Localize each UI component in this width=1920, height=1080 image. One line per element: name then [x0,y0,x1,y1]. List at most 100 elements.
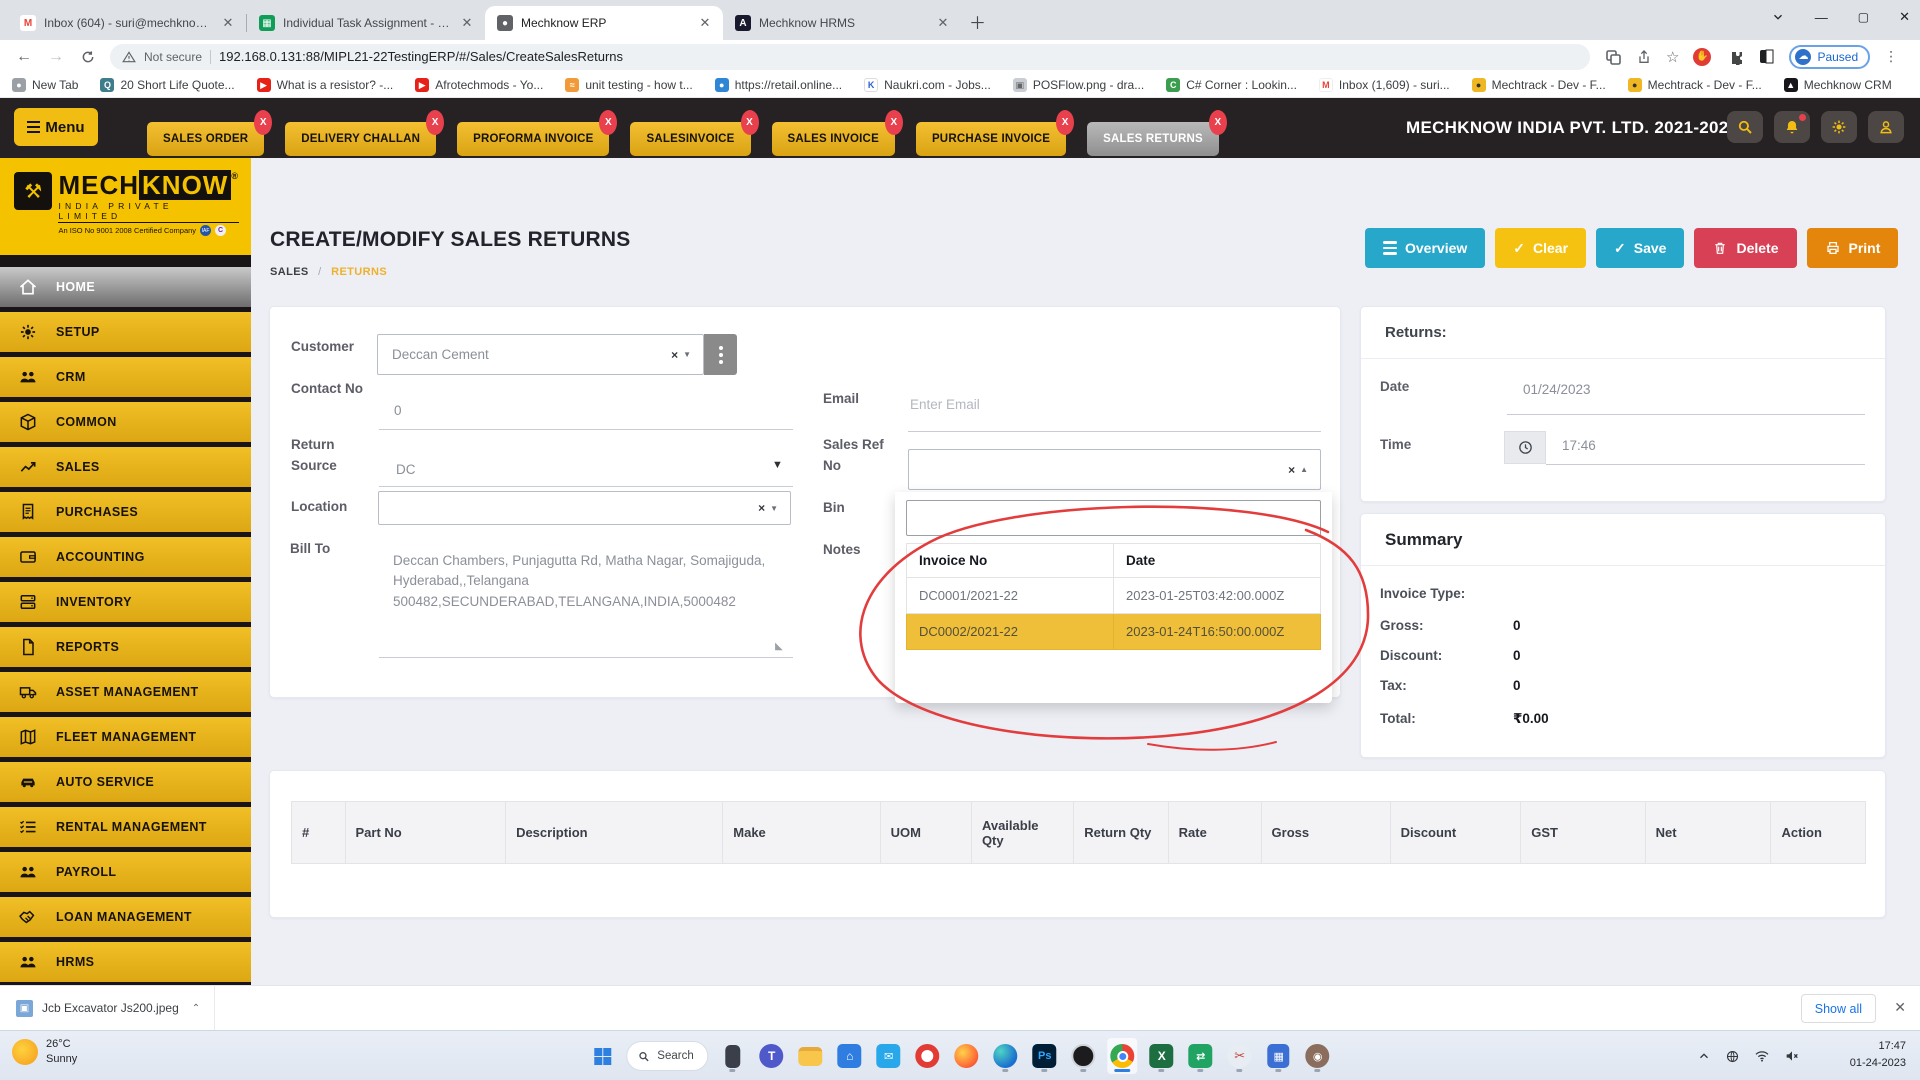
sidebar-item-inventory[interactable]: INVENTORY [0,582,251,622]
bookmark-item[interactable]: ▲Mechknow CRM [1784,78,1892,92]
tab-close-badge[interactable]: X [741,110,759,135]
taskbar-store-icon[interactable]: ⌂ [835,1038,865,1074]
header-profile-button[interactable] [1868,111,1904,143]
bookmark-item[interactable]: ●Mechtrack - Dev - F... [1628,78,1762,92]
tab-close-badge[interactable]: X [1056,110,1074,135]
tab-close-icon[interactable]: ✕ [459,15,475,31]
tray-wifi-icon[interactable] [1754,1048,1770,1064]
tab-close-badge[interactable]: X [254,110,272,135]
taskbar-opera-icon[interactable] [913,1038,943,1074]
back-icon[interactable]: ← [16,48,32,66]
header-search-button[interactable] [1727,111,1763,143]
bookmark-item[interactable]: MInbox (1,609) - suri... [1319,78,1450,92]
window-close-button[interactable]: ✕ [1899,9,1910,25]
clear-selection-icon[interactable]: × [758,501,765,515]
bookmark-item[interactable]: Q20 Short Life Quote... [100,78,234,92]
taskbar-opera-gx-icon[interactable] [1069,1038,1099,1074]
customer-options-button[interactable] [704,334,737,375]
header-settings-button[interactable] [1821,111,1857,143]
clear-button[interactable]: ✓Clear [1495,228,1586,268]
taskbar-photoshop-icon[interactable]: Ps [1030,1038,1060,1074]
browser-tab-erp-active[interactable]: ● Mechknow ERP ✕ [485,6,723,40]
taskbar-search[interactable]: Search [626,1041,708,1071]
new-tab-button[interactable]: ＋ [969,9,986,34]
taskbar-firefox-icon[interactable] [952,1038,982,1074]
chevron-down-icon[interactable]: ▼ [772,459,783,471]
forward-icon[interactable]: → [48,48,64,66]
downloaded-file-chip[interactable]: ▣ Jcb Excavator Js200.jpeg ⌃ [0,986,215,1031]
taskbar-calculator-icon[interactable]: ▦ [1264,1038,1294,1074]
extensions-puzzle-icon[interactable] [1725,48,1743,66]
tray-network-icon[interactable] [1725,1049,1740,1064]
sidebar-item-crm[interactable]: CRM [0,357,251,397]
erp-tab-proforma-invoice[interactable]: PROFORMA INVOICEX [457,122,609,156]
taskbar-sheets-icon[interactable]: ⇄ [1186,1038,1216,1074]
reading-list-icon[interactable] [1757,48,1775,66]
sidebar-item-asset-management[interactable]: ASSET MANAGEMENT [0,672,251,712]
time-picker-button[interactable] [1504,431,1546,464]
print-button[interactable]: Print [1807,228,1899,268]
share-icon[interactable] [1636,49,1652,65]
show-all-downloads-button[interactable]: Show all [1801,994,1876,1023]
menu-button[interactable]: Menu [14,108,98,146]
browser-tab-hrms[interactable]: A Mechknow HRMS ✕ [723,6,961,40]
sales-ref-select[interactable]: ×▲ [908,449,1321,490]
taskbar-snipping-tool-icon[interactable]: ✂ [1225,1038,1255,1074]
tray-volume-muted-icon[interactable] [1784,1048,1800,1064]
return-source-value[interactable]: DC [396,462,416,477]
bookmark-item[interactable]: KNaukri.com - Jobs... [864,78,991,92]
bookmark-star-icon[interactable]: ☆ [1666,48,1679,66]
chevron-up-icon[interactable]: ⌃ [192,1003,200,1014]
sidebar-item-purchases[interactable]: PURCHASES [0,492,251,532]
sidebar-item-fleet-management[interactable]: FLEET MANAGEMENT [0,717,251,757]
bookmark-item[interactable]: ●New Tab [12,78,78,92]
taskbar-excel-icon[interactable]: X [1147,1038,1177,1074]
sidebar-item-common[interactable]: COMMON [0,402,251,442]
erp-tab-delivery-challan[interactable]: DELIVERY CHALLANX [285,122,436,156]
erp-tab-sales-order[interactable]: SALES ORDERX [147,122,264,156]
contact-no-value[interactable]: 0 [394,403,402,418]
taskbar-gimp-icon[interactable]: ◉ [1303,1038,1333,1074]
translate-icon[interactable] [1604,48,1622,66]
email-input[interactable] [910,397,1310,412]
overview-button[interactable]: Overview [1365,228,1485,268]
reload-icon[interactable] [80,49,96,65]
header-notifications-button[interactable] [1774,111,1810,143]
sidebar-item-home[interactable]: HOME [0,267,251,307]
sidebar-item-payroll[interactable]: PAYROLL [0,852,251,892]
sidebar-item-loan-management[interactable]: LOAN MANAGEMENT [0,897,251,937]
tab-close-icon[interactable]: ✕ [220,15,236,31]
invoice-option-row[interactable]: DC0001/2021-22 2023-01-25T03:42:00.000Z [907,578,1321,614]
window-minimize-button[interactable]: — [1815,10,1828,25]
omnibox[interactable]: Not secure 192.168.0.131:88/MIPL21-22Tes… [110,44,1590,70]
clear-selection-icon[interactable]: × [671,348,678,362]
sidebar-item-rental-management[interactable]: RENTAL MANAGEMENT [0,807,251,847]
invoice-option-row-selected[interactable]: DC0002/2021-22 2023-01-24T16:50:00.000Z [907,614,1321,650]
window-maximize-button[interactable]: ▢ [1858,10,1869,24]
save-button[interactable]: ✓Save [1596,228,1684,268]
bookmark-item[interactable]: ●Mechtrack - Dev - F... [1472,78,1606,92]
taskbar-chrome-icon[interactable] [1108,1038,1138,1074]
profile-paused-chip[interactable]: ☁ Paused [1789,45,1870,69]
adblock-extension-icon[interactable]: ✋ [1693,48,1711,66]
time-value[interactable]: 17:46 [1562,438,1596,453]
start-button[interactable] [587,1038,617,1074]
taskbar-clock[interactable]: 17:4701-24-2023 [1850,1038,1906,1072]
browser-menu-kebab-icon[interactable]: ⋮ [1884,48,1898,65]
tab-close-badge[interactable]: X [599,110,617,135]
location-select[interactable]: ×▼ [378,491,791,525]
taskbar-weather-widget[interactable]: 26°CSunny [12,1037,77,1068]
taskbar-phone-link-icon[interactable] [718,1038,748,1074]
erp-tab-sales-invoice[interactable]: SALES INVOICEX [772,122,895,156]
erp-tab-salesinvoice[interactable]: SALESINVOICEX [630,122,750,156]
download-bar-close-icon[interactable]: ✕ [1894,999,1906,1016]
sidebar-item-setup[interactable]: SETUP [0,312,251,352]
erp-tab-sales-returns-active[interactable]: SALES RETURNSX [1087,122,1219,156]
taskbar-teams-icon[interactable]: T [757,1038,787,1074]
sidebar-item-sales[interactable]: SALES [0,447,251,487]
tray-chevron-up-icon[interactable] [1697,1049,1711,1063]
date-value[interactable]: 01/24/2023 [1523,382,1591,397]
tab-close-badge[interactable]: X [426,110,444,135]
tab-close-badge[interactable]: X [885,110,903,135]
clear-selection-icon[interactable]: × [1288,463,1295,477]
